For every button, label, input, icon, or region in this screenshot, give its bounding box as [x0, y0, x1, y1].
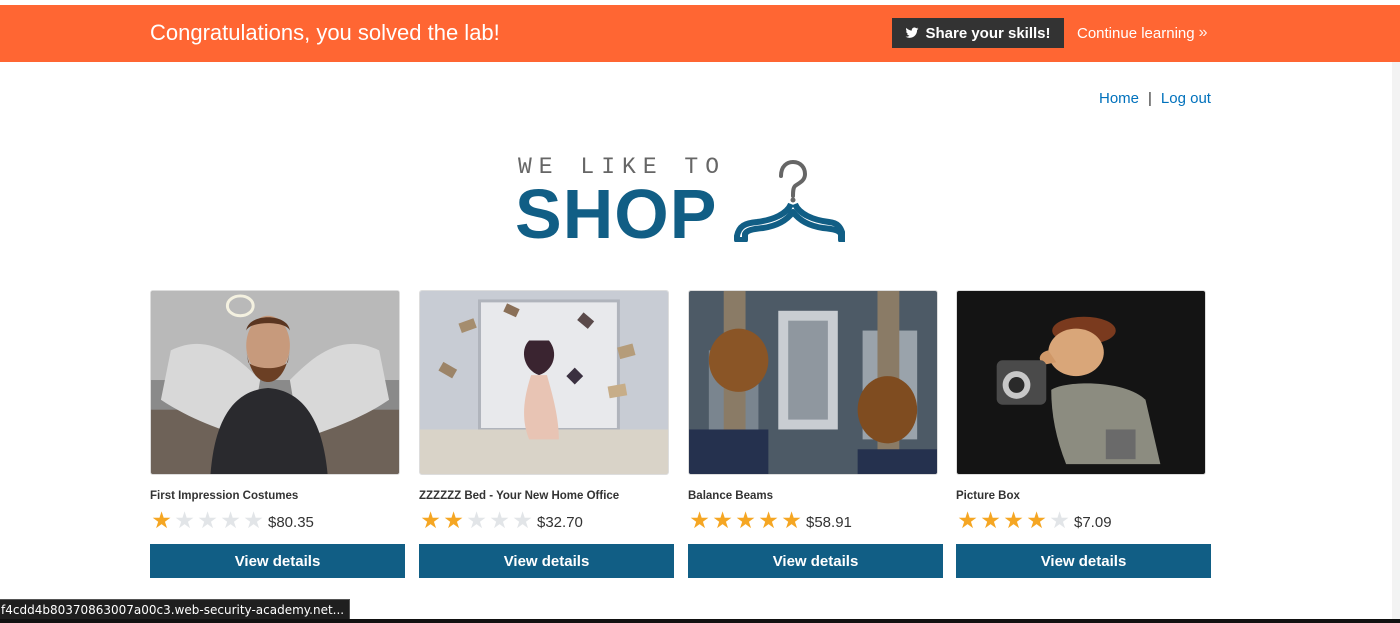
star-filled-icon: ★ [735, 507, 756, 533]
star-filled-icon: ★ [758, 507, 779, 533]
nav-separator: | [1148, 90, 1152, 107]
view-details-button[interactable]: View details [688, 544, 943, 578]
twitter-icon [906, 27, 919, 38]
page-scrollbar[interactable] [1392, 62, 1400, 623]
share-skills-label: Share your skills! [925, 24, 1051, 42]
star-empty-icon: ★ [512, 507, 533, 533]
product-card: Balance Beams ★ ★ ★ ★ ★ $58.91 View deta… [688, 290, 943, 578]
product-image-balance-beams[interactable] [688, 290, 938, 475]
view-details-button[interactable]: View details [419, 544, 674, 578]
product-price: $32.70 [537, 513, 583, 531]
star-filled-icon: ★ [957, 507, 978, 533]
product-name: Picture Box [956, 490, 1020, 502]
banner-title: Congratulations, you solved the lab! [150, 20, 500, 45]
product-name: ZZZZZZ Bed - Your New Home Office [419, 490, 620, 502]
star-filled-icon: ★ [781, 507, 802, 533]
star-empty-icon: ★ [220, 507, 241, 533]
product-price: $58.91 [806, 513, 852, 531]
star-filled-icon: ★ [1003, 507, 1024, 533]
product-name: First Impression Costumes [150, 490, 299, 502]
double-chevron-right-icon: » [1198, 24, 1208, 41]
product-rating: ★ ★ ★ ★ ★ $7.09 [956, 507, 1112, 533]
star-empty-icon: ★ [174, 507, 195, 533]
status-bar-url: f4cdd4b80370863007a00c3.web-security-aca… [0, 599, 351, 620]
product-rating: ★ ★ ★ ★ ★ $58.91 [688, 508, 852, 532]
product-rating: ★ ★ ★ ★ ★ $32.70 [419, 508, 583, 532]
product-card: ZZZZZZ Bed - Your New Home Office ★ ★ ★ … [419, 290, 674, 578]
product-name: Balance Beams [688, 490, 774, 502]
product-image-zzzzzz-bed[interactable] [419, 290, 669, 475]
star-empty-icon: ★ [243, 507, 264, 533]
star-filled-icon: ★ [420, 507, 441, 533]
lab-solved-banner: Congratulations, you solved the lab! Sha… [0, 5, 1400, 62]
logo-wordmark: SHOP [515, 175, 718, 253]
product-price: $80.35 [268, 513, 314, 531]
product-image-first-impression-costumes[interactable] [150, 290, 400, 475]
product-card: First Impression Costumes ★ ★ ★ ★ ★ $80.… [150, 290, 405, 578]
star-filled-icon: ★ [689, 507, 710, 533]
product-card: Picture Box ★ ★ ★ ★ ★ $7.09 View details [956, 290, 1211, 578]
product-image-picture-box[interactable] [956, 290, 1206, 475]
hanger-icon [734, 159, 845, 242]
star-empty-icon: ★ [466, 507, 487, 533]
top-nav: Home | Log out [1099, 90, 1211, 107]
star-empty-icon: ★ [1049, 507, 1070, 533]
product-price: $7.09 [1074, 513, 1112, 531]
continue-learning-link[interactable]: Continue learning » [1077, 24, 1208, 42]
star-empty-icon: ★ [197, 507, 218, 533]
view-details-button[interactable]: View details [150, 544, 405, 578]
view-details-button[interactable]: View details [956, 544, 1211, 578]
continue-learning-label: Continue learning [1077, 24, 1195, 42]
star-filled-icon: ★ [1026, 507, 1047, 533]
shop-logo: WE LIKE TO SHOP [515, 152, 847, 253]
home-link[interactable]: Home [1099, 90, 1139, 107]
star-filled-icon: ★ [151, 507, 172, 533]
logout-link[interactable]: Log out [1161, 90, 1211, 107]
star-filled-icon: ★ [443, 507, 464, 533]
share-skills-button[interactable]: Share your skills! [892, 18, 1064, 48]
star-empty-icon: ★ [489, 507, 510, 533]
product-rating: ★ ★ ★ ★ ★ $80.35 [150, 508, 314, 532]
star-filled-icon: ★ [712, 507, 733, 533]
bottom-edge [0, 619, 1400, 623]
star-filled-icon: ★ [980, 507, 1001, 533]
